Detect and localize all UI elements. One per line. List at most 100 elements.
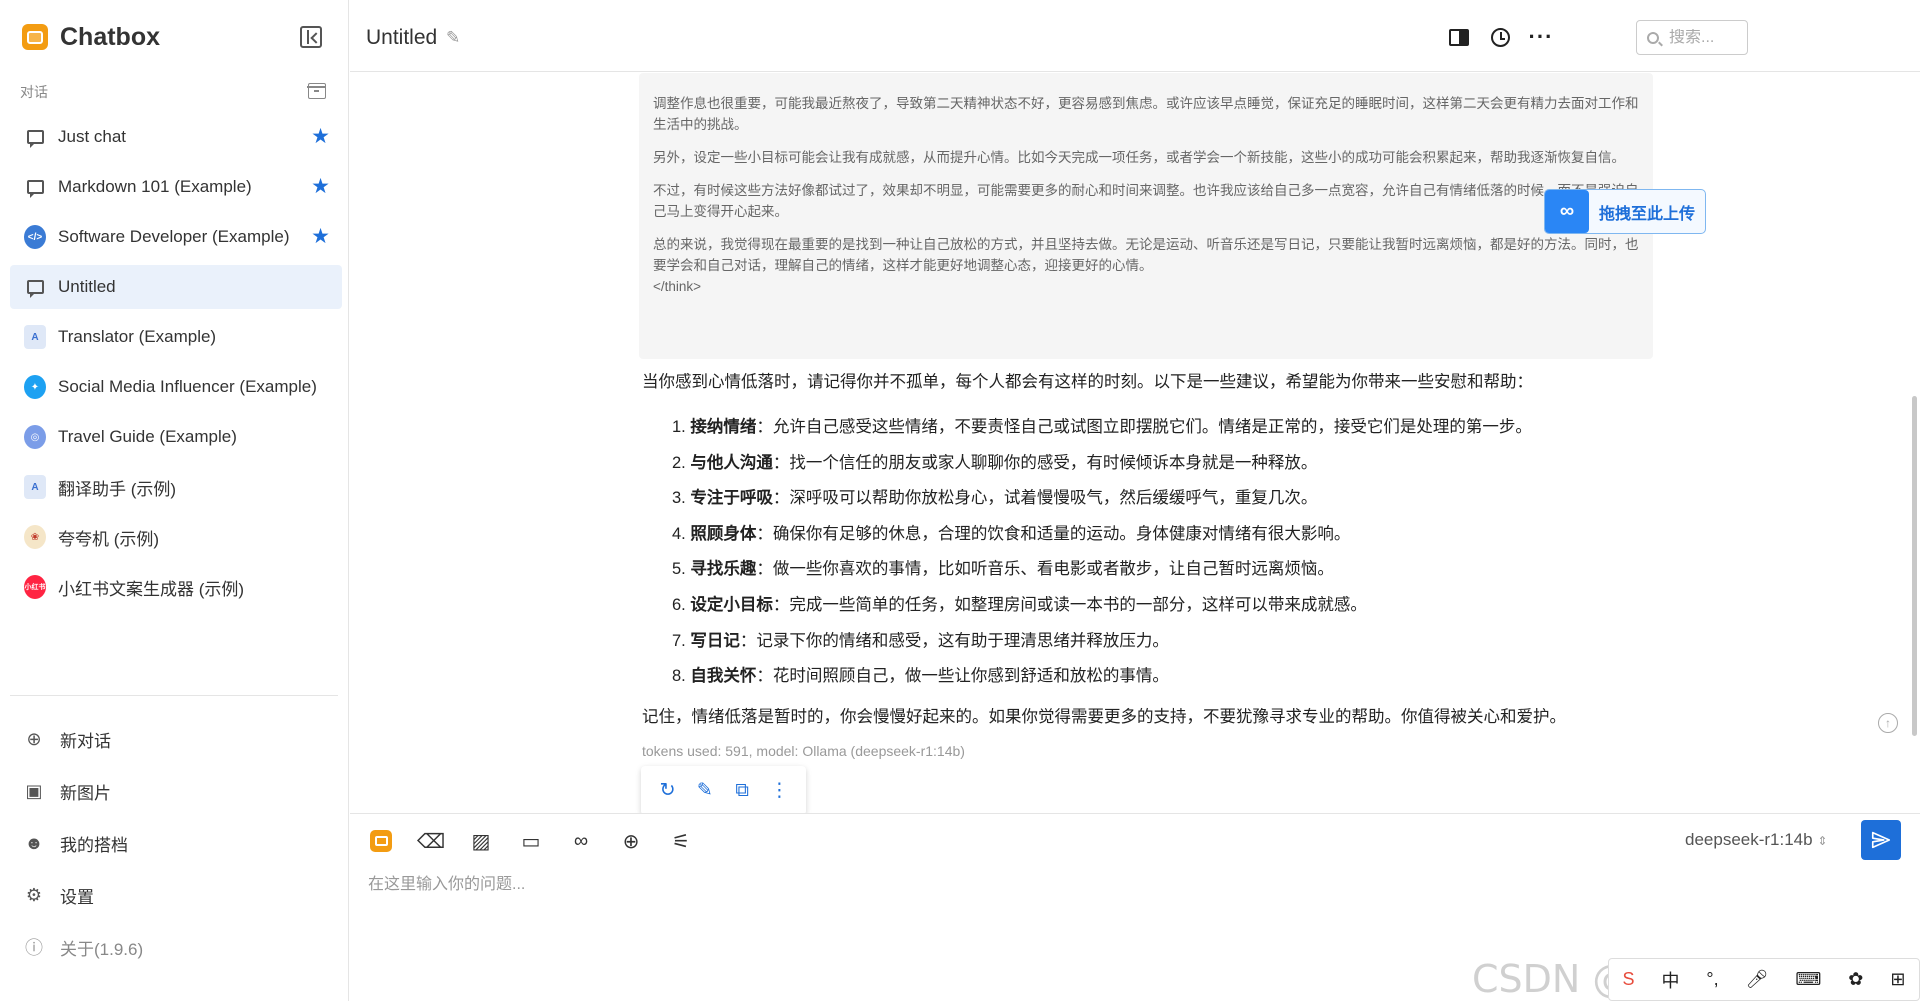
model-select[interactable]: deepseek-r1:14b ⇕ [1685,830,1827,850]
chat-item-praise-machine[interactable]: ❀ 夸夸机 (示例) [10,515,342,559]
archive-icon[interactable] [307,83,326,99]
chat-item-label: Social Media Influencer (Example) [58,377,317,396]
regenerate-icon[interactable]: ↻ [656,779,680,802]
new-chat-button[interactable]: ⊕ 新对话 [10,713,342,765]
baidu-upload-badge[interactable]: ∞ 拖拽至此上传 [1544,189,1706,234]
microphone-icon[interactable]: 🎤︎ [1746,969,1769,990]
chat-item-markdown-101[interactable]: Markdown 101 (Example) ★ [10,165,342,209]
punctuation-icon[interactable]: °, [1706,969,1718,990]
history-button[interactable] [1489,26,1511,48]
more-button[interactable]: ··· [1528,24,1554,49]
chat-item-label: 翻译助手 (示例) [58,479,177,499]
chat-item-label: Just chat [58,127,127,146]
keyboard-icon[interactable]: ⌨ [1795,969,1821,990]
chat-item-just-chat[interactable]: Just chat ★ [10,115,342,159]
twitter-avatar-icon: ✦ [24,375,46,399]
new-chat-label: 新对话 [60,731,111,751]
praise-avatar-icon: ❀ [24,525,46,549]
list-item: 4. 照顾身体：确保你有足够的休息，合理的饮食和适量的运动。身体健康对情绪有很大… [672,524,1351,543]
new-image-button[interactable]: ▣ 新图片 [10,765,342,817]
my-partners-button[interactable]: ☻ 我的搭档 [10,817,342,869]
cloud-upload-icon: ∞ [1545,190,1589,233]
section-label-conversations: 对话 [20,84,48,100]
plus-circle-icon: ⊕ [26,728,42,749]
ime-mode[interactable]: 中 [1661,967,1679,993]
list-item: 3. 专注于呼吸：深呼吸可以帮助你放松身心，试着慢慢吸气，然后缓缓呼气，重复几次… [672,489,1318,508]
more-vertical-icon[interactable]: ⋮ [767,779,791,802]
app-title: Chatbox [60,22,160,51]
think-paragraph: 不过，有时候这些方法好像都试过了，效果却不明显，可能需要更多的耐心和时间来调整。… [653,183,1639,219]
my-partners-label: 我的搭档 [60,835,128,855]
chat-item-label: Untitled [58,277,116,296]
new-image-label: 新图片 [60,783,111,803]
skin-icon[interactable]: ✿ [1848,969,1863,990]
settings-button[interactable]: ⚙ 设置 [10,869,342,921]
chat-bubble-icon [26,130,44,148]
developer-avatar-icon: </> [24,225,46,249]
sidebar-menu: ⊕ 新对话 ▣ 新图片 ☻ 我的搭档 ⚙ 设置 ⓘ 关于(1.9.6) [10,713,342,973]
ime-logo-icon[interactable]: S [1622,969,1634,990]
translator-avatar-icon: A [24,475,46,499]
assistant-select-button[interactable] [368,828,394,854]
think-end-tag: </think> [653,279,702,294]
star-icon[interactable]: ★ [311,126,330,148]
token-usage: tokens used: 591, model: Ollama (deepsee… [642,743,965,759]
list-item: 7. 写日记：记录下你的情绪和感受，这有助于理清思绪并释放压力。 [672,631,1169,650]
globe-icon[interactable]: ⊕ [618,828,644,854]
more-dots-icon: ··· [1528,24,1554,49]
chat-item-label: Software Developer (Example) [58,227,290,246]
list-item: 1. 接纳情绪：允许自己感受这些情绪，不要责怪自己或试图立即摆脱它们。情绪是正常… [672,418,1532,436]
chat-item-label: Markdown 101 (Example) [58,177,252,196]
think-paragraph: 调整作息也很重要，可能我最近熬夜了，导致第二天精神状态不好，更容易感到焦虑。或许… [653,96,1639,132]
collapse-sidebar-icon[interactable] [300,26,322,48]
image-add-icon: ▣ [25,780,43,801]
send-button[interactable] [1861,820,1901,860]
ime-toolbar: S 中 °, 🎤︎ ⌨ ✿ ⊞ [1608,958,1920,1001]
chat-item-social-media-influencer[interactable]: ✦ Social Media Influencer (Example) [10,365,342,409]
image-icon[interactable]: ▨ [468,828,494,854]
about-button[interactable]: ⓘ 关于(1.9.6) [10,921,342,973]
chat-item-label: 夸夸机 (示例) [58,529,160,549]
xiaohongshu-avatar-icon: 小红书 [24,575,46,599]
gear-icon: ⚙ [25,884,43,905]
list-item: 2. 与他人沟通：找一个信任的朋友或家人聊聊你的感受，有时候倾诉本身就是一种释放… [672,453,1318,472]
conversation-title: Untitled [366,26,438,49]
robot-icon: ☻ [24,832,44,853]
eraser-icon[interactable]: ⌫ [417,828,445,854]
folder-icon[interactable]: ▭ [518,828,544,854]
chat-bubble-icon [26,280,44,298]
toggle-layout-button[interactable] [1448,26,1470,48]
chat-item-label: 小红书文案生成器 (示例) [58,579,245,599]
answer-intro: 当你感到心情低落时，请记得你并不孤单，每个人都会有这样的时刻。以下是一些建议，希… [642,373,1533,391]
message-area: 调整作息也很重要，可能我最近熬夜了，导致第二天精神状态不好，更容易感到焦虑。或许… [350,73,1920,813]
chat-item-untitled[interactable]: Untitled [10,265,342,309]
divider [10,695,338,696]
sliders-icon[interactable]: ⚟ [668,828,694,854]
chat-item-software-developer[interactable]: </> Software Developer (Example) ★ [10,215,342,259]
chat-item-xiaohongshu[interactable]: 小红书 小红书文案生成器 (示例) [10,565,342,609]
scroll-to-top-icon[interactable]: ↑ [1878,713,1898,733]
advice-list: 1. 接纳情绪：允许自己感受这些情绪，不要责怪自己或试图立即摆脱它们。情绪是正常… [642,409,1662,694]
split-view-icon [1449,28,1469,46]
chat-item-translator[interactable]: A Translator (Example) [10,315,342,359]
link-icon[interactable]: ∞ [568,828,594,854]
search-box[interactable] [1636,20,1748,55]
model-name: deepseek-r1:14b [1685,830,1813,849]
chat-item-translation-assistant[interactable]: A 翻译助手 (示例) [10,465,342,509]
copy-icon[interactable]: ⧉ [730,780,754,802]
chat-item-travel-guide[interactable]: ◎ Travel Guide (Example) [10,415,342,459]
star-icon[interactable]: ★ [311,226,330,248]
settings-label: 设置 [60,887,94,907]
list-item: 8. 自我关怀：花时间照顾自己，做一些让你感到舒适和放松的事情。 [672,667,1169,686]
grid-icon[interactable]: ⊞ [1890,969,1905,990]
header: Untitled ✎ ··· [350,0,1920,72]
translator-avatar-icon: A [24,325,46,349]
star-icon[interactable]: ★ [311,176,330,198]
chatbox-logo-icon [370,830,392,852]
edit-title-icon[interactable]: ✎ [446,28,460,48]
search-input[interactable] [1669,28,1739,47]
scrollbar[interactable] [1912,396,1917,736]
globe-avatar-icon: ◎ [24,425,46,449]
chevron-updown-icon: ⇕ [1817,834,1828,848]
edit-icon[interactable]: ✎ [693,779,717,802]
